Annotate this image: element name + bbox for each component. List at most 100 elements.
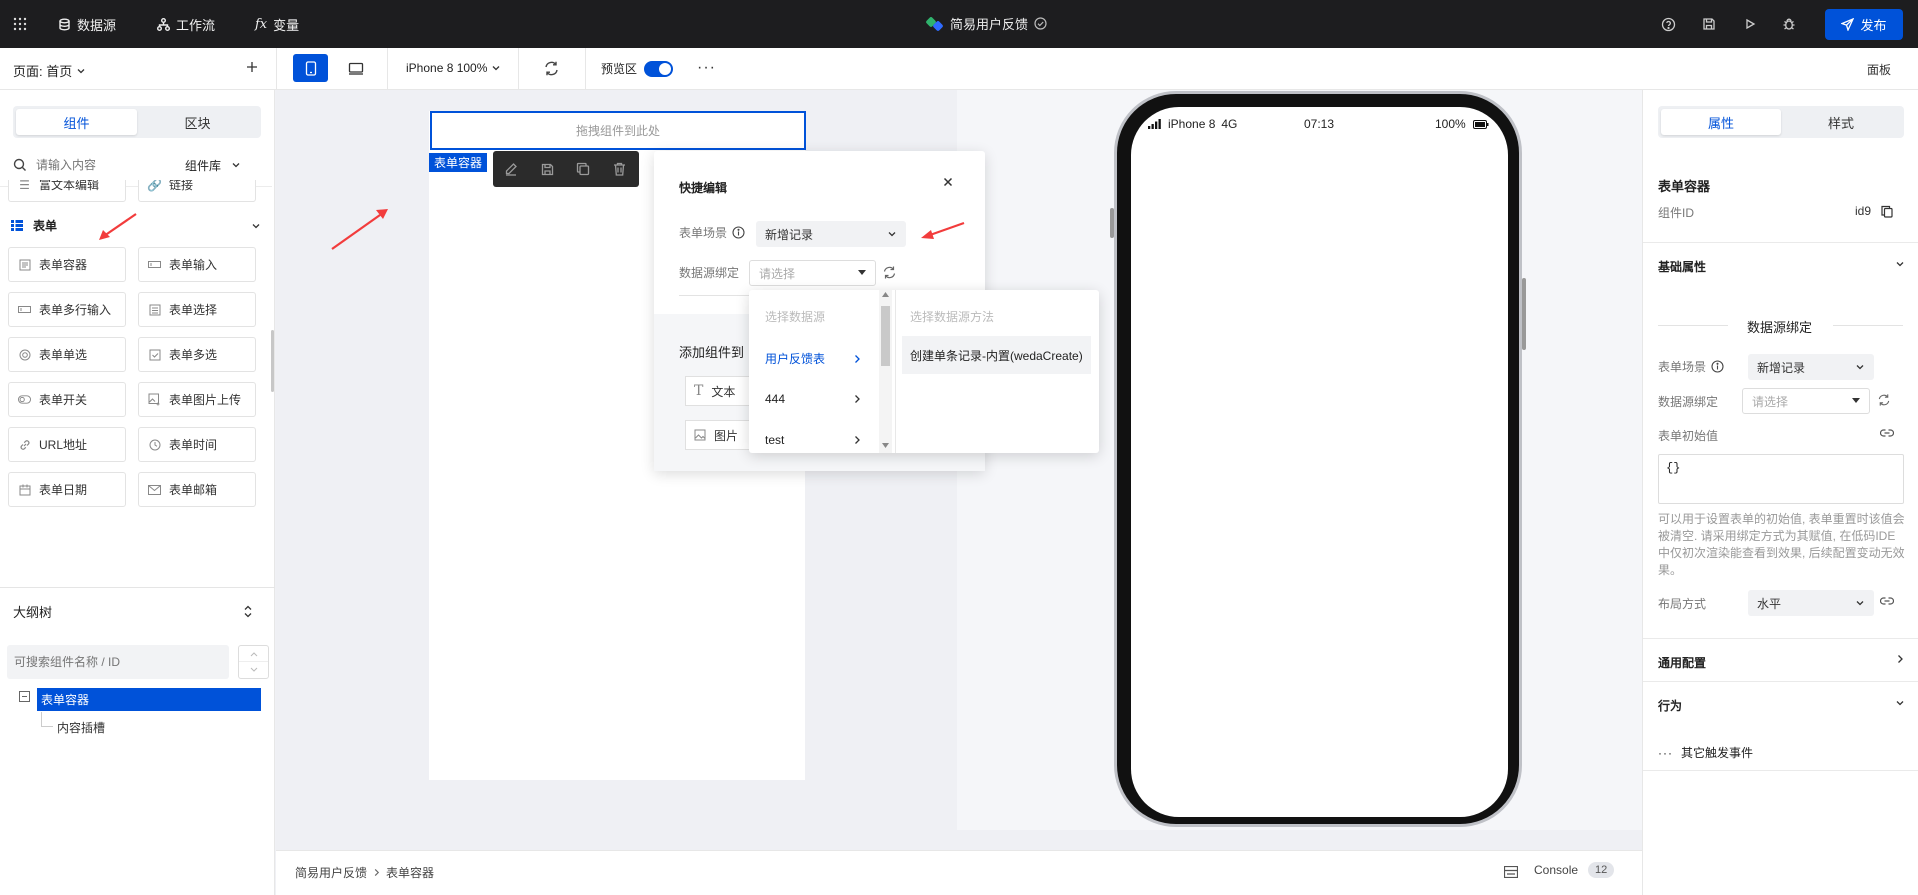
component-label: 表单输入 — [169, 258, 218, 272]
preview-toggle[interactable]: 预览区 — [601, 60, 674, 77]
close-icon[interactable] — [942, 176, 954, 188]
bind-link-icon[interactable] — [1880, 428, 1894, 438]
refresh-icon[interactable] — [1877, 393, 1891, 407]
other-events[interactable]: ··· 其它触发事件 — [1658, 744, 1753, 761]
search-input[interactable] — [36, 158, 176, 172]
refresh-icon[interactable] — [882, 265, 897, 280]
tab-blocks[interactable]: 区块 — [137, 109, 258, 135]
tab-styles[interactable]: 样式 — [1781, 109, 1901, 135]
cascader-option-feedback[interactable]: 用户反馈表 — [765, 350, 861, 367]
component-item[interactable]: URL地址 — [8, 427, 126, 462]
scene-select[interactable]: 新增记录 — [756, 221, 906, 247]
component-item[interactable]: ☰ 富文本编辑 — [8, 180, 126, 202]
chevron-down-icon[interactable] — [1895, 698, 1905, 708]
copy-icon[interactable] — [565, 151, 601, 187]
tab-components[interactable]: 组件 — [16, 109, 137, 135]
copy-icon[interactable] — [1881, 205, 1893, 218]
help-icon[interactable] — [1658, 14, 1678, 34]
component-item[interactable]: 表单选择 — [138, 292, 256, 327]
annotation-arrow — [99, 213, 137, 240]
page-selector[interactable]: 页面: 首页 — [13, 61, 86, 80]
device-selector[interactable]: iPhone 8 100% — [406, 61, 501, 75]
tree-node-slot[interactable]: 内容插槽 — [57, 719, 105, 736]
component-item[interactable]: 表单多选 — [138, 337, 256, 372]
play-icon[interactable] — [1740, 14, 1760, 34]
library-selector[interactable]: 组件库 — [185, 157, 241, 174]
component-item[interactable]: 表单单选 — [8, 337, 126, 372]
chevron-right-icon — [853, 354, 861, 364]
cascader-option-test[interactable]: test — [765, 433, 861, 447]
datasource-nav[interactable]: 数据源 — [58, 15, 116, 34]
cascader-method-option[interactable]: 创建单条记录-内置(wedaCreate) — [902, 336, 1091, 374]
page-label: 页面: 首页 — [13, 64, 73, 79]
database-icon — [58, 18, 71, 31]
component-item[interactable]: 表单邮箱 — [138, 472, 256, 507]
outline-header[interactable]: 大纲树 — [13, 602, 253, 621]
layout-icon[interactable] — [1504, 866, 1518, 878]
behavior-title[interactable]: 行为 — [1658, 697, 1682, 714]
layout-select[interactable]: 水平 — [1748, 590, 1874, 616]
component-item[interactable]: 表单多行输入 — [8, 292, 126, 327]
component-item[interactable]: 表单开关 — [8, 382, 126, 417]
console-toggle[interactable]: Console 12 — [1534, 862, 1615, 878]
publish-button[interactable]: 发布 — [1825, 9, 1903, 40]
workflow-nav[interactable]: 工作流 — [157, 15, 215, 34]
desktop-view-button[interactable] — [338, 54, 373, 82]
refresh-icon[interactable] — [543, 60, 560, 77]
variable-nav[interactable]: fx 变量 — [255, 15, 299, 34]
component-item[interactable]: 表单日期 — [8, 472, 126, 507]
scroll-thumb[interactable] — [881, 306, 890, 366]
scene-select[interactable]: 新增记录 — [1748, 354, 1874, 380]
component-item[interactable]: 表单图片上传 — [138, 382, 256, 417]
scrollbar[interactable] — [271, 330, 274, 392]
tree-node-form-container[interactable]: 表单容器 — [37, 688, 261, 711]
outline-title: 大纲树 — [13, 605, 53, 620]
quick-edit-title: 快捷编辑 — [679, 181, 728, 195]
breadcrumb-item[interactable]: 简易用户反馈 — [295, 864, 367, 881]
text-icon: T — [694, 383, 704, 399]
send-icon — [1841, 18, 1855, 31]
phone-screen[interactable]: iPhone 8 4G 07:13 100% — [1131, 107, 1508, 817]
component-item[interactable]: 表单容器 — [8, 247, 126, 282]
component-item[interactable]: 🔗 链接 — [138, 180, 256, 202]
bug-icon[interactable] — [1779, 14, 1799, 34]
cascader-scrollbar[interactable] — [879, 290, 892, 453]
chevron-up-icon[interactable] — [239, 646, 268, 662]
outline-search-input[interactable] — [7, 645, 229, 679]
battery-icon — [1472, 119, 1489, 129]
add-page-icon[interactable] — [245, 60, 259, 74]
info-icon — [732, 226, 745, 239]
basic-section-header[interactable]: 基础属性 — [1643, 242, 1918, 286]
outline-stepper[interactable] — [238, 645, 269, 679]
chevron-down-icon[interactable] — [239, 662, 268, 678]
save-template-icon[interactable] — [529, 151, 565, 187]
workflow-label: 工作流 — [176, 18, 216, 33]
cascader-option-444[interactable]: 444 — [765, 392, 861, 406]
bind-link-icon[interactable] — [1880, 596, 1894, 606]
panel-toggle[interactable]: 面板 — [1867, 61, 1891, 78]
app-title[interactable]: 简易用户反馈 — [926, 14, 1047, 33]
bind-select[interactable]: 请选择 — [749, 260, 876, 286]
toggle-switch[interactable] — [644, 60, 674, 77]
trash-icon[interactable] — [601, 151, 637, 187]
tab-properties[interactable]: 属性 — [1661, 109, 1781, 135]
form-container-dropzone[interactable]: 拖拽组件到此处 — [430, 111, 806, 150]
chevron-down-icon — [1855, 362, 1865, 372]
component-item[interactable]: 表单时间 — [138, 427, 256, 462]
general-section-header[interactable]: 通用配置 — [1643, 638, 1918, 681]
component-item[interactable]: 表单输入 — [138, 247, 256, 282]
mobile-view-button[interactable] — [293, 54, 328, 82]
collapse-icon[interactable] — [19, 691, 30, 702]
edit-icon[interactable] — [493, 151, 529, 187]
variable-label: 变量 — [273, 18, 300, 33]
more-icon[interactable]: ··· — [697, 59, 716, 77]
apps-grid-icon[interactable] — [10, 14, 30, 34]
radio-icon — [18, 348, 31, 361]
annotation-arrow — [331, 209, 388, 250]
breadcrumb-item[interactable]: 表单容器 — [386, 864, 434, 881]
save-icon[interactable] — [1699, 14, 1719, 34]
chevron-down-icon — [76, 66, 86, 76]
init-value-textarea[interactable]: {} — [1658, 454, 1904, 504]
bind-select[interactable]: 请选择 — [1742, 388, 1870, 414]
left-tabs: 组件 区块 — [13, 106, 261, 138]
